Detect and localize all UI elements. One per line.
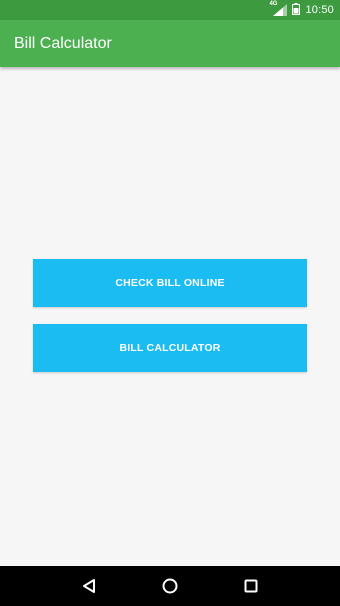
check-bill-online-button[interactable]: CHECK BILL ONLINE: [33, 259, 307, 307]
app-bar: Bill Calculator: [0, 20, 340, 67]
status-bar: 4G 10:50: [0, 0, 340, 20]
network-type-label: 4G: [269, 1, 278, 7]
recents-icon: [244, 579, 258, 593]
app-title: Bill Calculator: [14, 34, 112, 52]
status-time: 10:50: [305, 4, 334, 16]
home-icon: [162, 578, 178, 594]
screen: 4G 10:50 Bill Calculator CHECK BILL ONLI…: [0, 0, 340, 606]
main-content: CHECK BILL ONLINE BILL CALCULATOR: [0, 67, 340, 567]
bill-calculator-button[interactable]: BILL CALCULATOR: [33, 324, 307, 372]
navigation-bar: [0, 566, 340, 606]
home-button[interactable]: [150, 566, 190, 606]
recents-button[interactable]: [231, 566, 271, 606]
status-icons: 4G 10:50: [269, 1, 334, 18]
battery-icon: [292, 2, 301, 18]
signal-icon: 4G: [269, 1, 288, 16]
back-icon: [82, 579, 95, 593]
back-button[interactable]: [69, 566, 109, 606]
